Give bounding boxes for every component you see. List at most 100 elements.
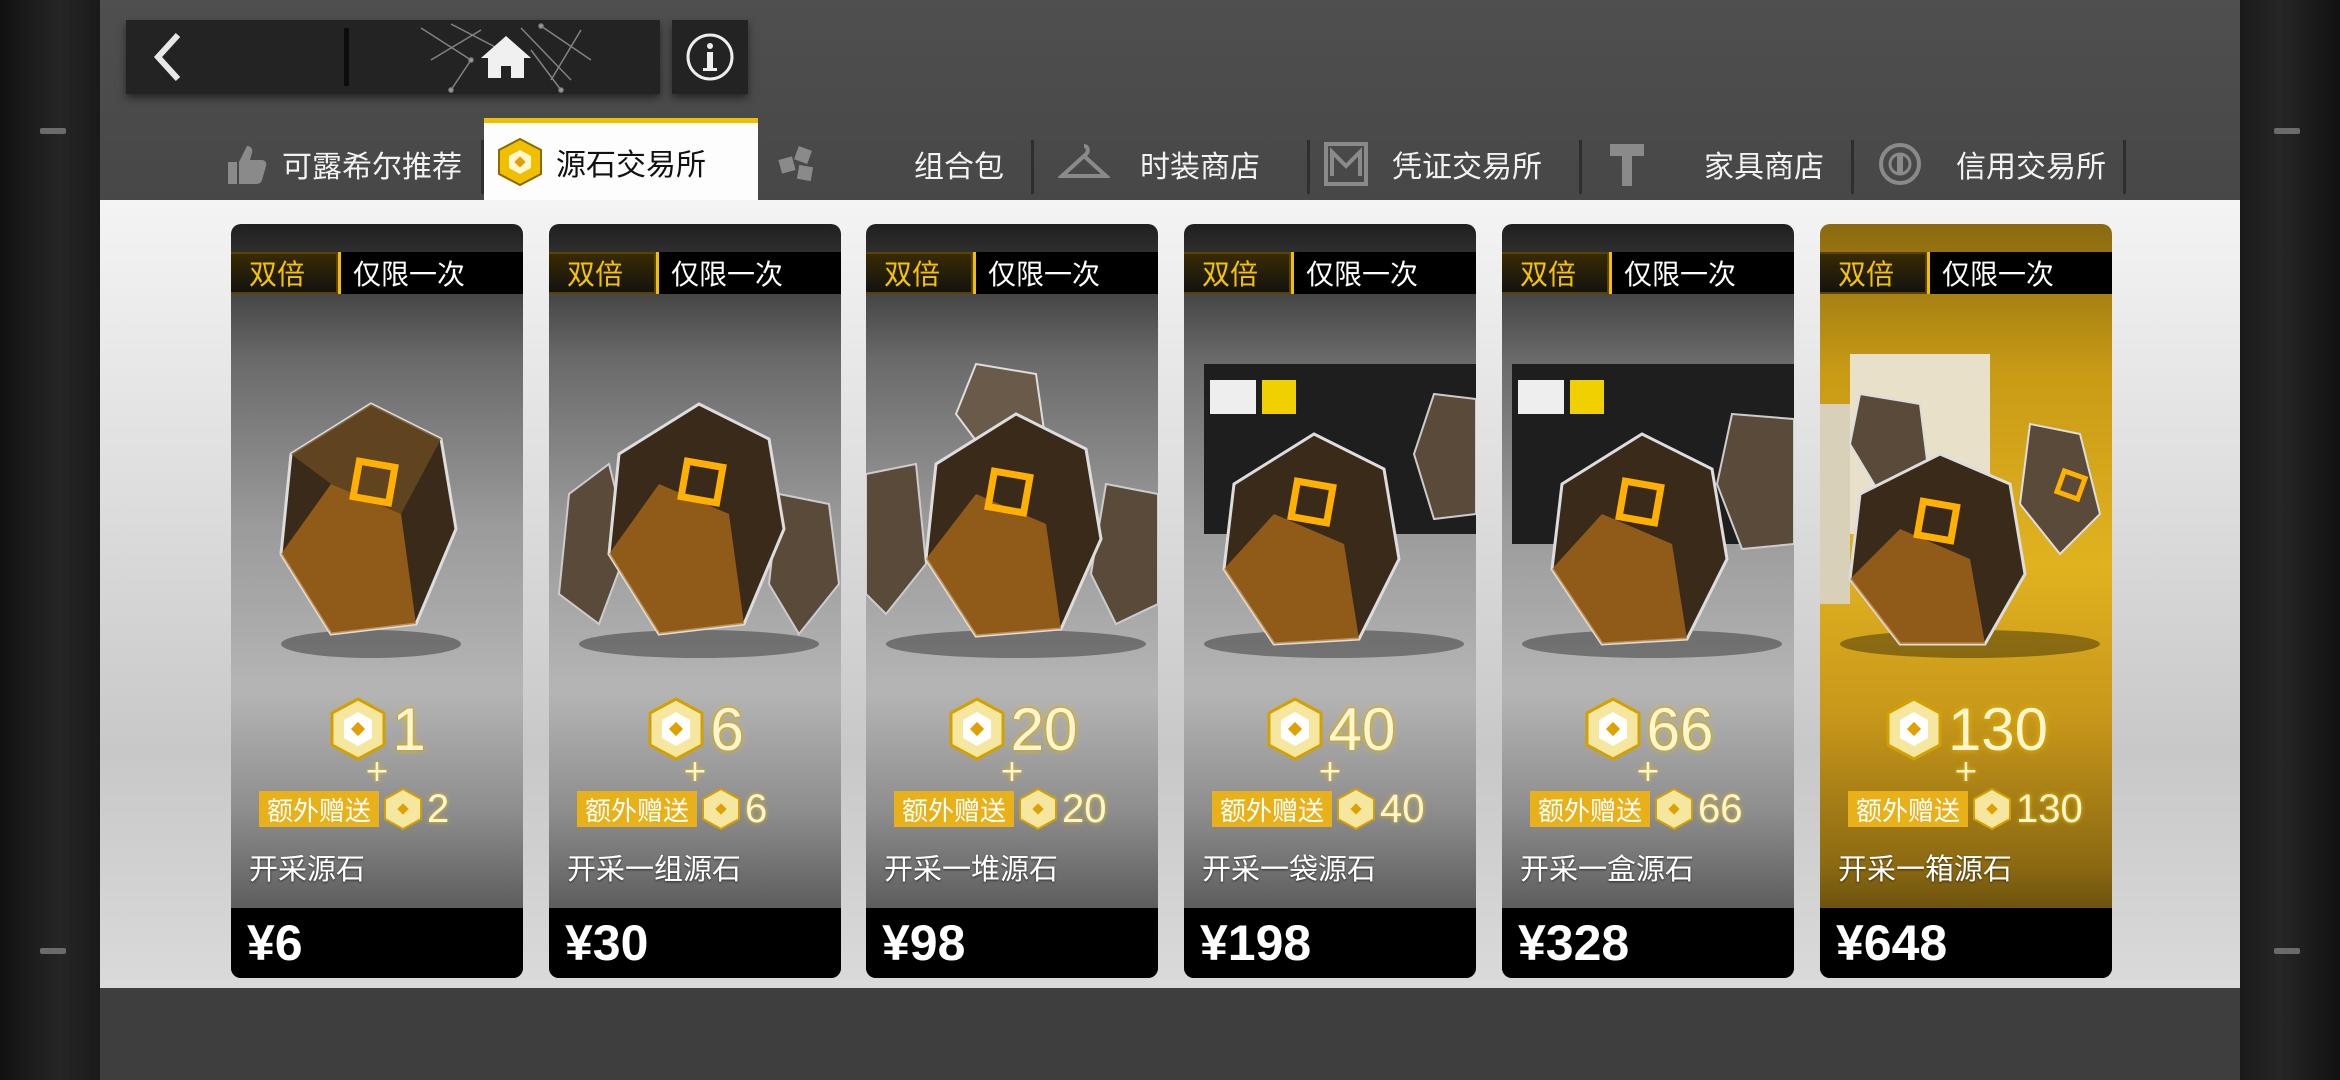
product-price: ¥198 [1200,915,1312,971]
product-name: 开采一组源石 [567,852,742,886]
bezel-notch [2274,128,2300,134]
originite-icon [1019,787,1058,831]
originite-icon [1655,787,1694,831]
tab-divider [2123,140,2126,194]
limit-label: 仅限一次 [1624,258,1737,291]
product-card[interactable]: 双倍 仅限一次 20 + 额外赠送 20 开采一堆源石 ¥98 [866,224,1158,978]
shop-tabs: 可露希尔推荐 源石交易所 组合包 时装商店 凭证交易所 家具商店 信用交易所 [210,118,2135,200]
bottom-bar [100,988,2240,1080]
bezel-notch [40,128,66,134]
info-button[interactable] [672,20,748,94]
tab-credit-exchange[interactable]: 信用交易所 [1854,128,2126,200]
bezel-notch [2274,948,2300,954]
price-bar: ¥328 [1502,908,1794,978]
limit-label: 仅限一次 [671,258,784,291]
product-name: 开采一盒源石 [1520,852,1695,886]
chevron-left-icon [153,32,181,82]
product-card[interactable]: 双倍 仅限一次 40 + 额外赠送 40 开采一袋源石 ¥198 [1184,224,1476,978]
tab-voucher-exchange[interactable]: 凭证交易所 [1310,128,1582,200]
bonus-label: 额外赠送 [577,791,698,827]
originite-gem-image [866,344,1158,694]
originite-gem-image [1184,344,1476,694]
originite-icon [1886,697,1942,761]
bonus-row: 额外赠送 20 [894,786,1130,831]
price-bar: ¥648 [1820,908,2112,978]
originite-gem-image [1820,344,2112,694]
promo-banner: 双倍 仅限一次 [231,252,523,294]
tab-bundles[interactable]: 组合包 [762,128,1034,200]
tab-furniture-store[interactable]: 家具商店 [1582,128,1854,200]
nav-divider [344,28,349,86]
bonus-label: 额外赠送 [894,791,1015,827]
bonus-row: 额外赠送 2 [259,786,495,831]
home-button[interactable] [406,20,606,94]
product-card[interactable]: 双倍 仅限一次 1 + 额外赠送 2 开采源石 ¥6 [231,224,523,978]
originite-icon [1337,787,1376,831]
product-name: 开采源石 [249,852,366,886]
plus-sign: + [999,754,1025,789]
plus-sign: + [1953,754,1979,789]
product-price: ¥6 [247,915,303,971]
credit-icon [1874,138,1926,190]
originite-icon [648,697,704,761]
back-button[interactable] [126,20,346,94]
plus-sign: + [1635,754,1661,789]
right-bezel [2240,0,2340,1080]
product-card[interactable]: 双倍 仅限一次 66 + 额外赠送 66 开采一盒源石 ¥328 [1502,224,1794,978]
product-price: ¥648 [1836,915,1948,971]
originite-icon [1585,697,1641,761]
bonus-quantity: 2 [427,786,450,831]
tab-label: 可露希尔推荐 [282,150,462,185]
nav-box [126,20,660,94]
hammer-icon [1602,138,1654,190]
product-price: ¥98 [882,915,966,971]
double-badge: 双倍 [1184,252,1294,294]
bonus-row: 额外赠送 66 [1530,786,1766,831]
originite-gem-image [231,344,523,694]
limit-label: 仅限一次 [353,258,466,291]
product-name: 开采一堆源石 [884,852,1059,886]
bonus-quantity: 66 [1698,786,1743,831]
tab-recommend[interactable]: 可露希尔推荐 [220,128,484,200]
product-name: 开采一袋源石 [1202,852,1377,886]
double-badge: 双倍 [549,252,659,294]
limit-label: 仅限一次 [1942,258,2055,291]
originite-gem-image [549,344,841,694]
left-bezel [0,0,100,1080]
plus-sign: + [364,754,390,789]
promo-banner: 双倍 仅限一次 [1184,252,1476,294]
product-card[interactable]: 双倍 仅限一次 130 + 额外赠送 130 开采一箱源石 ¥648 [1820,224,2112,978]
bonus-quantity: 6 [745,786,768,831]
tab-label: 组合包 [914,150,1004,185]
bonus-quantity: 20 [1062,786,1107,831]
plus-sign: + [682,754,708,789]
bundle-cubes-icon [772,138,824,190]
hanger-icon [1058,138,1110,190]
double-badge: 双倍 [866,252,976,294]
tab-label: 凭证交易所 [1392,150,1542,185]
bonus-label: 额外赠送 [1212,791,1333,827]
bonus-label: 额外赠送 [1530,791,1651,827]
product-card[interactable]: 双倍 仅限一次 6 + 额外赠送 6 开采一组源石 ¥30 [549,224,841,978]
tab-fashion-store[interactable]: 时装商店 [1038,128,1310,200]
tab-label: 时装商店 [1140,150,1260,185]
originite-gem-image [1502,344,1794,694]
thumbs-up-icon [220,138,272,190]
price-bar: ¥198 [1184,908,1476,978]
originite-icon [949,697,1005,761]
double-badge: 双倍 [1502,252,1612,294]
tab-label: 家具商店 [1704,150,1824,185]
promo-banner: 双倍 仅限一次 [866,252,1158,294]
price-bar: ¥30 [549,908,841,978]
bonus-label: 额外赠送 [1848,791,1969,827]
bonus-row: 额外赠送 40 [1212,787,1448,831]
originite-icon [702,787,741,831]
tab-originite-exchange[interactable]: 源石交易所 [484,118,758,200]
bonus-label: 额外赠送 [259,791,380,827]
originite-icon [1267,697,1323,761]
tab-divider [1031,140,1034,194]
promo-banner: 双倍 仅限一次 [1820,252,2112,294]
home-icon [420,23,592,93]
tab-label: 信用交易所 [1956,150,2106,185]
product-price: ¥30 [565,915,649,971]
